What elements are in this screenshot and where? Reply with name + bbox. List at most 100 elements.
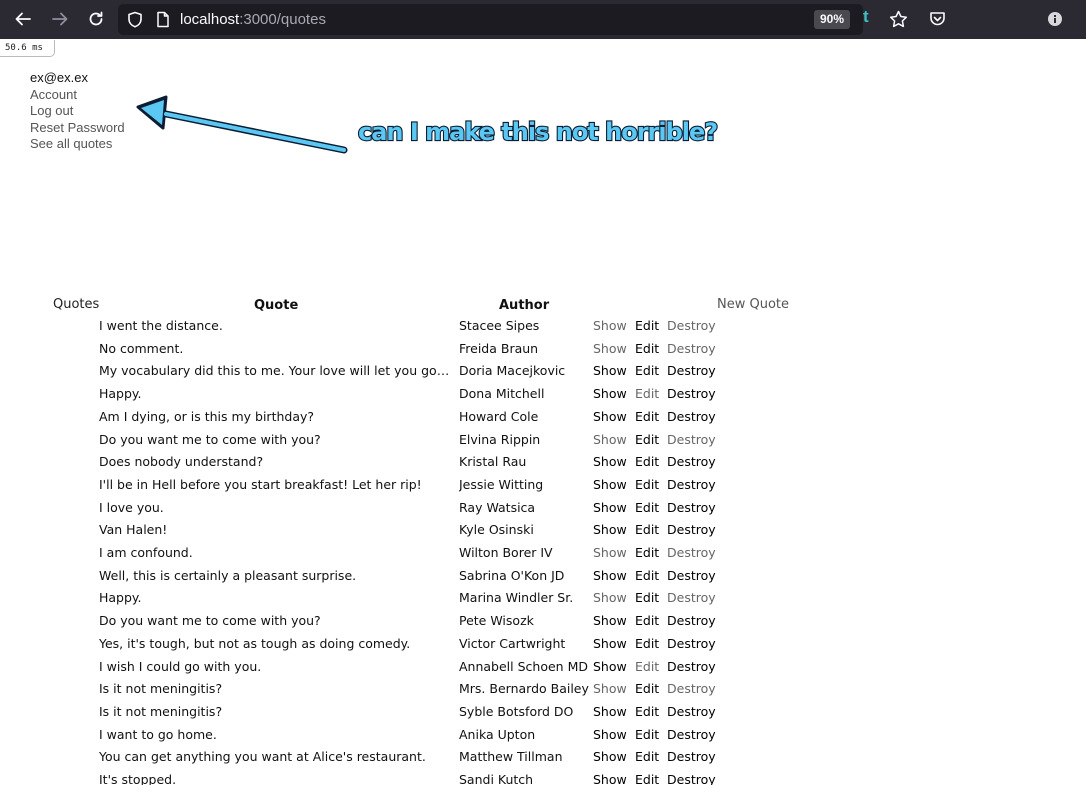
edit-link[interactable]: Edit [635,500,659,515]
table-row: I love you. Ray Watsica Show Edit Destroy [0,496,800,519]
destroy-link[interactable]: Destroy [667,568,716,583]
table-row: Does nobody understand? Kristal Rau Show Ed… [0,450,800,473]
show-link[interactable]: Show [593,341,627,356]
quote-text: Van Halen! [99,522,168,538]
edit-link[interactable]: Edit [635,590,659,605]
destroy-link[interactable]: Destroy [667,727,716,742]
show-link[interactable]: Show [593,659,627,674]
destroy-link[interactable]: Destroy [667,545,716,560]
show-link[interactable]: Show [593,522,627,537]
edit-link[interactable]: Edit [635,613,659,628]
quote-author: Sandi Kutch [459,772,534,785]
edit-link[interactable]: Edit [635,681,659,696]
quote-author: Marina Windler Sr. [459,590,574,606]
new-quote-link[interactable]: New Quote [717,297,789,312]
table-row: I went the distance. Stacee Sipes Show Edit… [0,314,800,337]
quote-author: Freida Braun [459,340,539,356]
edit-link[interactable]: Edit [635,318,659,333]
quote-author: Sabrina O'Kon JD [459,567,565,583]
table-row: I wish I could go with you. Annabell Scho… [0,655,800,678]
destroy-link[interactable]: Destroy [667,704,716,719]
show-link[interactable]: Show [593,318,627,333]
show-link[interactable]: Show [593,704,627,719]
show-link[interactable]: Show [593,477,627,492]
destroy-link[interactable]: Destroy [667,500,716,515]
edit-link[interactable]: Edit [635,727,659,742]
destroy-link[interactable]: Destroy [667,341,716,356]
edit-link[interactable]: Edit [635,454,659,469]
destroy-link[interactable]: Destroy [667,477,716,492]
edit-link[interactable]: Edit [635,409,659,424]
quote-text: Do you want me to come with you? [99,431,321,447]
quote-text: I went the distance. [99,318,223,333]
table-row: Happy. Marina Windler Sr. Show Edit Destroy [0,586,800,609]
edit-link[interactable]: Edit [635,363,659,378]
show-link[interactable]: Show [593,545,627,560]
show-link[interactable]: Show [593,500,627,515]
show-link[interactable]: Show [593,681,627,696]
show-link[interactable]: Show [593,409,627,424]
edit-link[interactable]: Edit [635,659,659,674]
quote-text: I am confound. [99,545,193,560]
show-link[interactable]: Show [593,432,627,447]
quote-text: Does nobody understand? [99,454,264,470]
destroy-link[interactable]: Destroy [667,363,716,378]
destroy-link[interactable]: Destroy [667,681,716,696]
destroy-link[interactable]: Destroy [667,636,716,651]
edit-link[interactable]: Edit [635,341,659,356]
quote-text: Yes, it's tough, but not as tough as doi… [99,635,411,651]
show-link[interactable]: Show [593,727,627,742]
destroy-link[interactable]: Destroy [667,590,716,605]
destroy-link[interactable]: Destroy [667,432,716,447]
destroy-link[interactable]: Destroy [667,454,716,469]
quote-author: Elvina Rippin [459,431,541,447]
edit-link[interactable]: Edit [635,432,659,447]
page-title: Quotes [53,297,100,312]
quote-text: It's stopped. [99,772,177,785]
quote-author: Doria Macejkovic [459,363,566,379]
edit-link[interactable]: Edit [635,545,659,560]
table-row: No comment. Freida Braun Show Edit Destroy [0,337,800,360]
show-link[interactable]: Show [593,590,627,605]
destroy-link[interactable]: Destroy [667,409,716,424]
show-link[interactable]: Show [593,386,627,401]
edit-link[interactable]: Edit [635,477,659,492]
edit-link[interactable]: Edit [635,704,659,719]
quote-author: Annabell Schoen MD [459,658,588,674]
table-row: Yes, it's tough, but not as tough as doi… [0,632,800,655]
show-link[interactable]: Show [593,613,627,628]
destroy-link[interactable]: Destroy [667,613,716,628]
edit-link[interactable]: Edit [635,749,659,764]
quote-author: Wilton Borer IV [459,545,553,560]
quote-text: You can get anything you want at Alice's… [99,749,426,765]
destroy-link[interactable]: Destroy [667,749,716,764]
edit-link[interactable]: Edit [635,386,659,401]
destroy-link[interactable]: Destroy [667,318,716,333]
show-link[interactable]: Show [593,363,627,378]
destroy-link[interactable]: Destroy [667,772,716,785]
quote-author: Victor Cartwright [459,635,566,651]
quote-text: Is it not meningitis? [99,681,223,697]
show-link[interactable]: Show [593,749,627,764]
edit-link[interactable]: Edit [635,522,659,537]
show-link[interactable]: Show [593,636,627,651]
quote-text: Happy. [99,590,142,606]
edit-link[interactable]: Edit [635,636,659,651]
destroy-link[interactable]: Destroy [667,386,716,401]
table-row: I want to go home. Anika Upton Show Edit Des… [0,723,800,746]
quote-author: Jessie Witting [459,476,544,492]
show-link[interactable]: Show [593,772,627,785]
destroy-link[interactable]: Destroy [667,659,716,674]
quote-author: Mrs. Bernardo Bailey [459,681,589,697]
table-row: Do you want me to come with you? Pete Wis… [0,609,800,632]
table-row: Happy. Dona Mitchell Show Edit Destroy [0,382,800,405]
quote-author: Syble Botsford DO [459,703,574,719]
quote-text: My vocabulary did this to me. Your love … [99,363,453,379]
table-row: You can get anything you want at Alice's… [0,745,800,768]
table-row: Is it not meningitis? Syble Botsford DO Sh… [0,700,800,723]
edit-link[interactable]: Edit [635,772,659,785]
show-link[interactable]: Show [593,454,627,469]
destroy-link[interactable]: Destroy [667,522,716,537]
edit-link[interactable]: Edit [635,568,659,583]
show-link[interactable]: Show [593,568,627,583]
